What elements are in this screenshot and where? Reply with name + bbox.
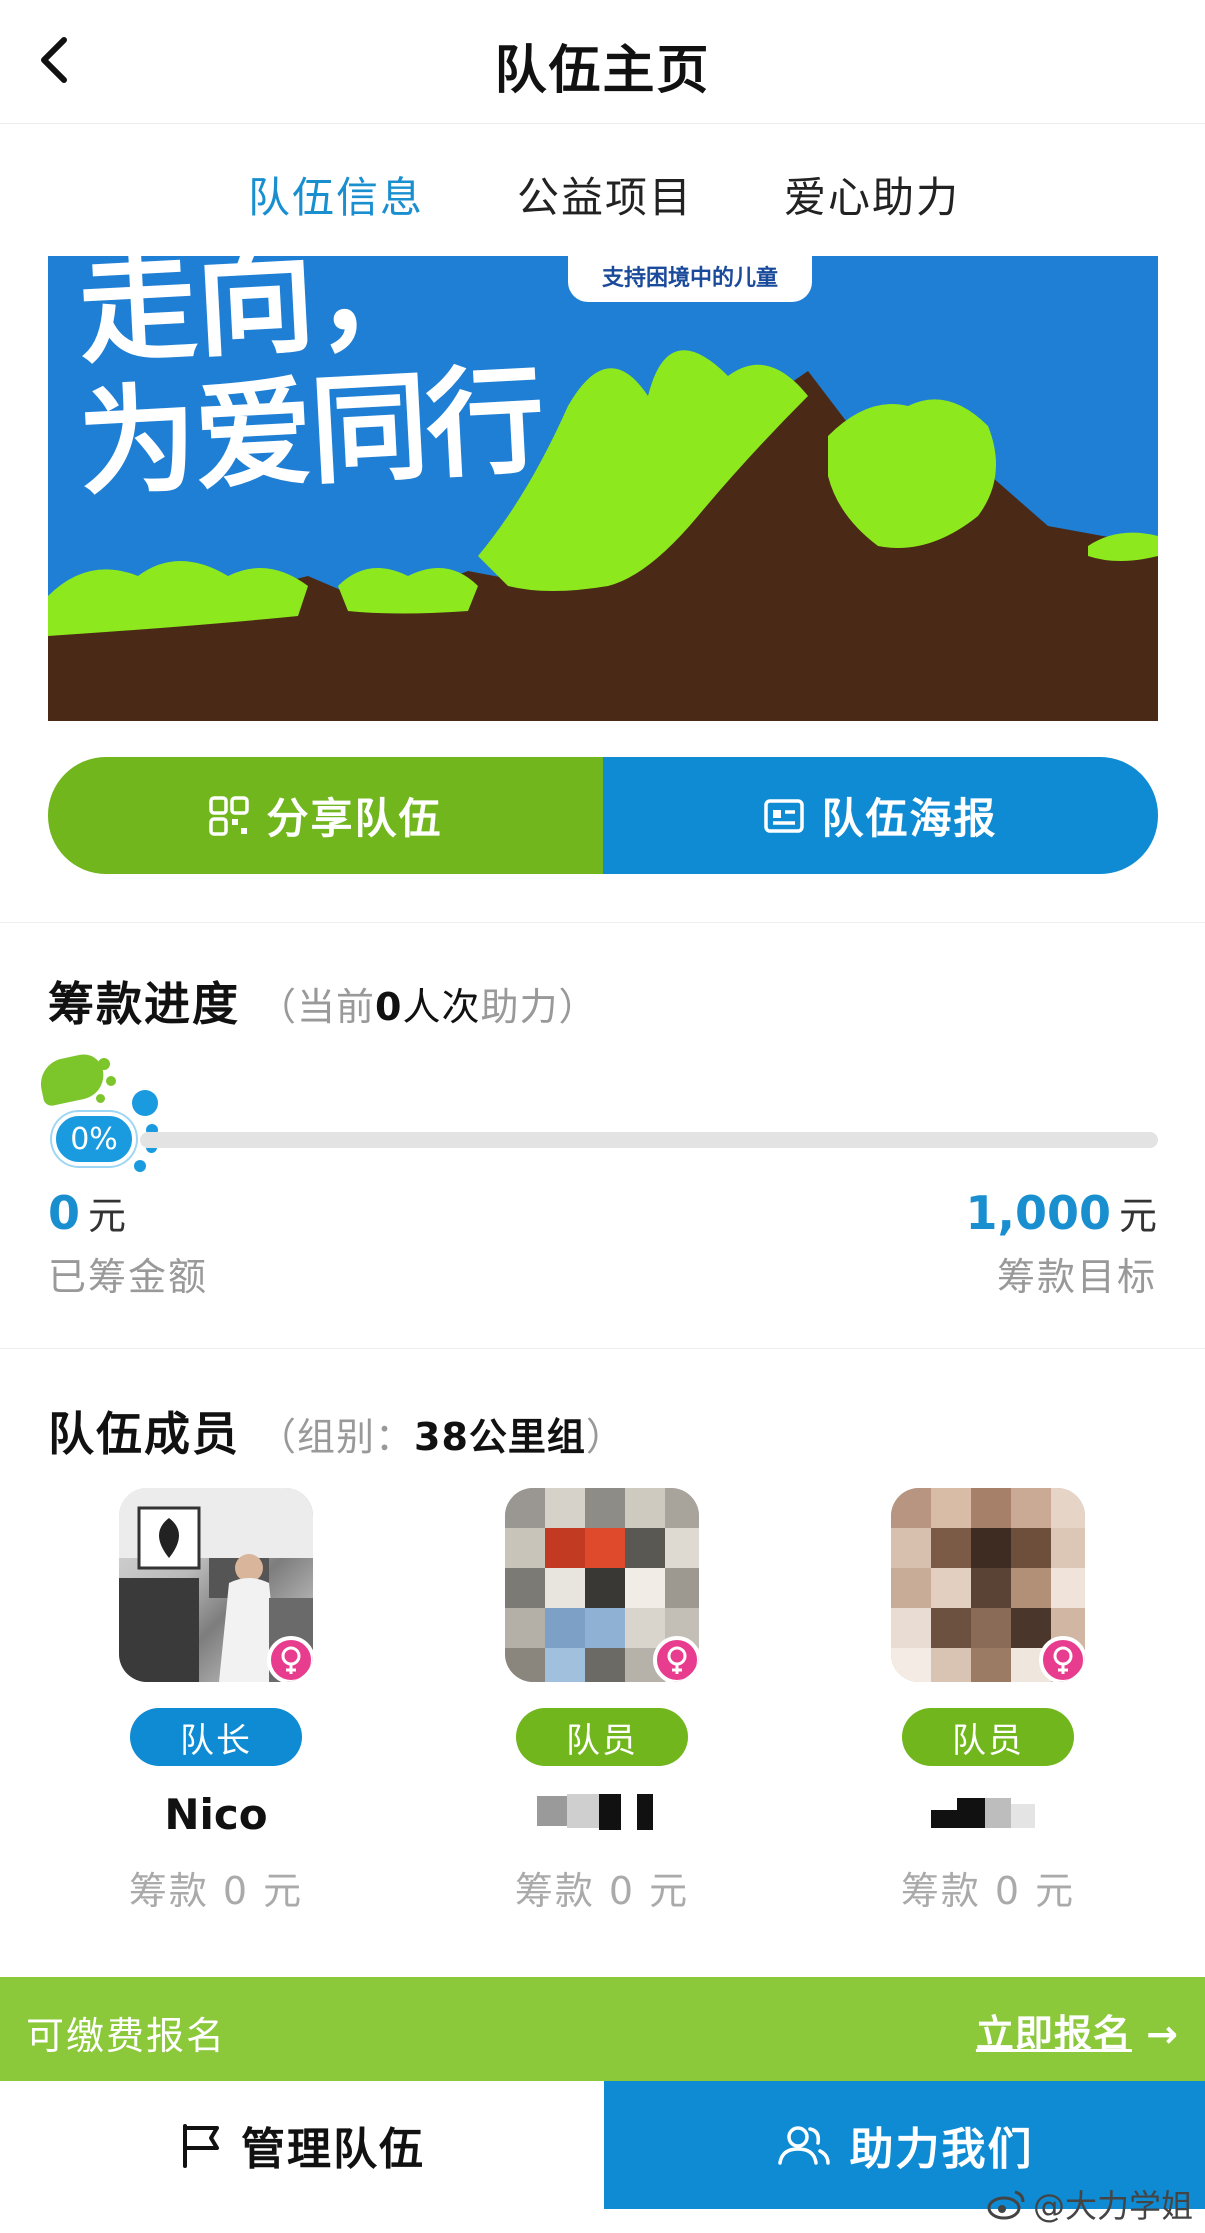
raised-caption: 已筹金额: [48, 1255, 209, 1299]
divider: [0, 922, 1205, 923]
watermark-text: @大力学姐: [1032, 2187, 1193, 2225]
banner-tag: 支持困境中的儿童: [568, 256, 813, 302]
page-title: 队伍主页: [494, 41, 711, 101]
avatar[interactable]: [119, 1488, 313, 1682]
header: 队伍主页: [0, 0, 1205, 124]
sub-suffix: 助力）: [480, 985, 598, 1029]
manage-team-label: 管理队伍: [241, 2124, 425, 2175]
raised-value: 0: [48, 1186, 81, 1240]
tab-team-info[interactable]: 队伍信息: [248, 164, 424, 225]
progress-percent-badge: 0%: [52, 1112, 136, 1166]
role-badge: 队长: [130, 1708, 302, 1766]
role-badge: 队员: [516, 1708, 688, 1766]
group-suffix: ）: [585, 1415, 625, 1459]
flag-icon: [183, 2124, 219, 2168]
group-prefix: （组别：: [258, 1415, 415, 1459]
member-card[interactable]: 队员 筹款 0 元: [452, 1488, 752, 1915]
avatar[interactable]: [505, 1488, 699, 1682]
signup-now-link[interactable]: 立即报名 →: [976, 2003, 1179, 2058]
member-raised: 筹款 0 元: [128, 1869, 304, 1913]
member-card[interactable]: 队长 Nico 筹款 0 元: [66, 1488, 366, 1915]
signup-now-label: 立即报名: [975, 2012, 1132, 2056]
redacted-name: [931, 1798, 1035, 1828]
share-team-label: 分享队伍: [266, 794, 443, 843]
raised-unit: 元: [88, 1194, 127, 1238]
goal-amount: 1,000 元: [965, 1185, 1157, 1240]
weibo-icon: [987, 2190, 1025, 2220]
redacted-name: [537, 1794, 653, 1830]
sub-prefix: （当前: [258, 985, 376, 1029]
toe-dot: [134, 1160, 146, 1172]
group-name: 38公里组: [414, 1415, 586, 1459]
divider: [0, 1348, 1205, 1349]
members-title-text: 队伍成员: [48, 1407, 240, 1461]
female-icon: [267, 1636, 313, 1682]
banner-headline-2: 为爱同行: [75, 350, 546, 514]
member-name-redacted: [838, 1790, 1138, 1846]
tab-charity-project[interactable]: 公益项目: [517, 164, 693, 225]
page: 队伍主页 队伍信息 公益项目 爱心助力 走向， 为爱同行 支持困境中的儿童 分享…: [0, 0, 1205, 2233]
goal-value: 1,000: [965, 1186, 1111, 1240]
female-icon: [653, 1636, 699, 1682]
poster-icon: [764, 798, 805, 833]
qr-code-icon: [209, 795, 250, 836]
sub-mid: 人次: [402, 985, 481, 1029]
toe-dot: [96, 1094, 105, 1103]
role-badge: 队员: [902, 1708, 1074, 1766]
fundraising-title: 筹款进度 （当前0人次助力）: [48, 968, 598, 1034]
toe-dot: [98, 1058, 110, 1070]
toe-dot: [106, 1076, 116, 1086]
toe-dot: [132, 1090, 158, 1116]
signup-bar: 可缴费报名 立即报名 →: [0, 1977, 1205, 2081]
users-icon: [777, 2126, 830, 2165]
share-team-button[interactable]: 分享队伍: [48, 757, 603, 874]
member-card[interactable]: 队员 筹款 0 元: [838, 1488, 1138, 1915]
signup-status: 可缴费报名: [26, 2014, 227, 2058]
team-poster-label: 队伍海报: [821, 794, 998, 843]
goal-caption: 筹款目标: [996, 1255, 1157, 1299]
action-buttons: 分享队伍 队伍海报: [48, 757, 1158, 874]
goal-unit: 元: [1118, 1194, 1157, 1238]
supporter-count: 0: [375, 985, 403, 1029]
member-raised: 筹款 0 元: [900, 1869, 1076, 1913]
arrow-right-icon: →: [1146, 2012, 1179, 2056]
female-icon: [1039, 1636, 1085, 1682]
fundraising-title-text: 筹款进度: [48, 977, 240, 1031]
team-banner: 走向， 为爱同行 支持困境中的儿童: [48, 256, 1158, 721]
fundraising-subtitle: （当前0人次助力）: [258, 985, 598, 1029]
manage-team-button[interactable]: 管理队伍: [0, 2081, 604, 2209]
tab-bar: 队伍信息 公益项目 爱心助力: [0, 124, 1205, 256]
avatar[interactable]: [891, 1488, 1085, 1682]
member-list: 队长 Nico 筹款 0 元 队员 筹款 0 元 队员 筹款 0 元: [0, 1488, 1205, 1928]
member-name-redacted: [452, 1790, 752, 1846]
watermark: @大力学姐: [987, 2181, 1193, 2227]
member-raised: 筹款 0 元: [514, 1869, 690, 1913]
members-title: 队伍成员 （组别：38公里组）: [48, 1398, 625, 1464]
progress-track: [140, 1132, 1158, 1148]
support-us-label: 助力我们: [849, 2124, 1034, 2175]
team-poster-button[interactable]: 队伍海报: [603, 757, 1158, 874]
member-name: Nico: [164, 1790, 268, 1839]
members-subtitle: （组别：38公里组）: [258, 1415, 625, 1459]
tab-love-support[interactable]: 爱心助力: [784, 164, 960, 225]
raised-amount: 0元: [48, 1185, 126, 1240]
